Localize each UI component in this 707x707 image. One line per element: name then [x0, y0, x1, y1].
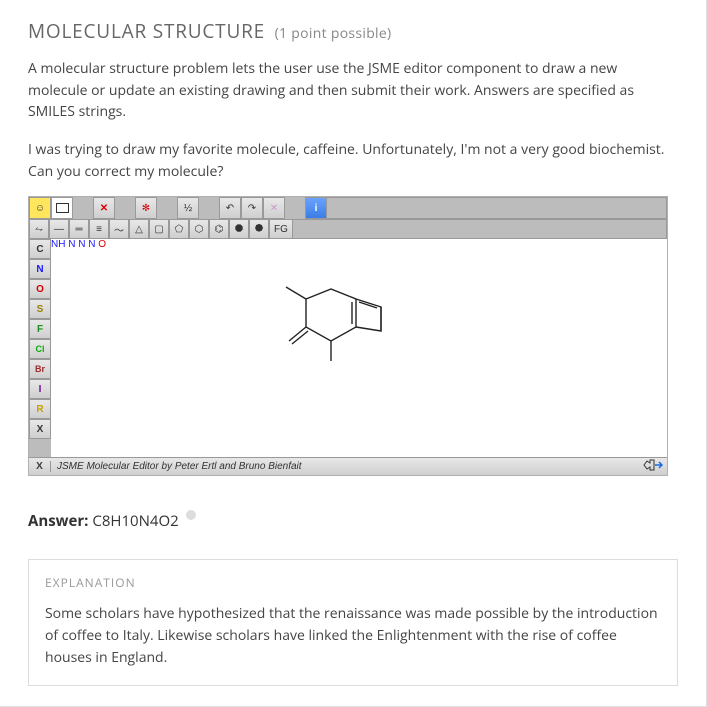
molecule-canvas[interactable]: NH N N N O	[51, 239, 667, 457]
chain-button[interactable]: 〜	[109, 219, 129, 239]
ring8-button[interactable]: ⯄	[249, 219, 269, 239]
atom-c-button[interactable]: C	[29, 239, 51, 259]
pentagon-icon: ⬠	[175, 224, 184, 235]
delete-button[interactable]: ✕	[93, 197, 115, 219]
chain-icon: 〜	[114, 222, 124, 237]
undo-button[interactable]: ↶	[219, 197, 241, 219]
spiro-icon: ✕	[270, 203, 278, 214]
single-bond-button[interactable]: —	[49, 219, 69, 239]
info-icon: i	[315, 203, 318, 214]
export-icon	[641, 459, 663, 471]
info-button[interactable]: i	[305, 197, 327, 219]
undo-icon: ↶	[226, 203, 234, 214]
smiley-icon: ☺	[35, 203, 45, 214]
explanation-body: Some scholars have hypothesized that the…	[45, 603, 661, 668]
toolbar-fill	[293, 219, 667, 239]
ring6-button[interactable]: ⬡	[189, 219, 209, 239]
charge-button[interactable]: ½	[177, 197, 199, 219]
hexagon-icon: ⬡	[195, 224, 204, 235]
benzene-button[interactable]: ⌬	[209, 219, 229, 239]
footer-x-button[interactable]: X	[29, 461, 51, 472]
molecule-drawing	[251, 269, 431, 409]
triple-bond-button[interactable]: ≡	[89, 219, 109, 239]
spacer	[115, 197, 135, 219]
ring3-button[interactable]: △	[129, 219, 149, 239]
mol-nh-label: NH	[51, 239, 65, 250]
delete-selection-button[interactable]: ✻	[135, 197, 157, 219]
atom-r-button[interactable]: R	[29, 399, 51, 419]
spacer	[285, 197, 305, 219]
stereo-button[interactable]: ⥊	[29, 219, 49, 239]
double-bond-button[interactable]: ═	[69, 219, 89, 239]
single-bond-icon: —	[54, 224, 64, 235]
atom-cl-button[interactable]: Cl	[29, 339, 51, 359]
jsme-editor[interactable]: ☺ ✕ ✻ ½ ↶ ↷ ✕ i ⥊ — ═ ≡ 〜 △ ▢ ⬠ ⬡ ⌬	[28, 196, 668, 476]
square-icon: ▢	[154, 224, 163, 235]
atom-s-button[interactable]: S	[29, 299, 51, 319]
status-dot-icon	[186, 510, 196, 520]
smiley-button[interactable]: ☺	[29, 197, 51, 219]
problem-intro: A molecular structure problem lets the u…	[28, 58, 678, 123]
spacer	[199, 197, 219, 219]
delete-icon: ✕	[100, 203, 108, 214]
ring7-button[interactable]: ⯃	[229, 219, 249, 239]
spacer	[73, 197, 93, 219]
ring5-button[interactable]: ⬠	[169, 219, 189, 239]
mol-n2-label: N	[78, 239, 85, 250]
points-possible: (1 point possible)	[275, 24, 392, 43]
mol-n1-label: N	[68, 239, 75, 250]
triangle-icon: △	[135, 224, 143, 235]
spacer	[157, 197, 177, 219]
answer-row: Answer: C8H10N4O2	[28, 510, 678, 531]
export-button[interactable]	[637, 459, 667, 474]
fg-button[interactable]: FG	[269, 219, 293, 239]
ring4-button[interactable]: ▢	[149, 219, 169, 239]
stereo-icon: ⥊	[35, 224, 43, 235]
clear-button[interactable]	[51, 197, 73, 219]
toolbar-fill	[327, 197, 667, 219]
charge-icon: ½	[184, 203, 192, 214]
atom-br-button[interactable]: Br	[29, 359, 51, 379]
double-bond-icon: ═	[75, 224, 82, 235]
triple-bond-icon: ≡	[96, 224, 102, 235]
redo-icon: ↷	[248, 203, 256, 214]
jsme-credit: JSME Molecular Editor by Peter Ertl and …	[51, 461, 637, 472]
atom-o-button[interactable]: O	[29, 279, 51, 299]
octagon-icon: ⯄	[255, 224, 263, 235]
mol-o-label: O	[98, 239, 106, 250]
benzene-icon: ⌬	[215, 224, 224, 235]
redo-button[interactable]: ↷	[241, 197, 263, 219]
atom-f-button[interactable]: F	[29, 319, 51, 339]
delsel-icon: ✻	[142, 203, 150, 214]
answer-label: Answer:	[28, 511, 88, 531]
atom-n-button[interactable]: N	[29, 259, 51, 279]
problem-prompt: I was trying to draw my favorite molecul…	[28, 139, 678, 182]
mol-n3-label: N	[88, 239, 95, 250]
atom-i-button[interactable]: I	[29, 379, 51, 399]
problem-title: MOLECULAR STRUCTURE	[28, 18, 265, 44]
explanation-box: EXPLANATION Some scholars have hypothesi…	[28, 559, 678, 685]
answer-value: C8H10N4O2	[92, 511, 178, 531]
spiro-button[interactable]: ✕	[263, 197, 285, 219]
atom-x-button[interactable]: X	[29, 419, 51, 439]
heptagon-icon: ⯃	[235, 224, 243, 235]
explanation-title: EXPLANATION	[45, 574, 661, 591]
fg-icon: FG	[274, 224, 288, 235]
clear-icon	[56, 203, 69, 213]
